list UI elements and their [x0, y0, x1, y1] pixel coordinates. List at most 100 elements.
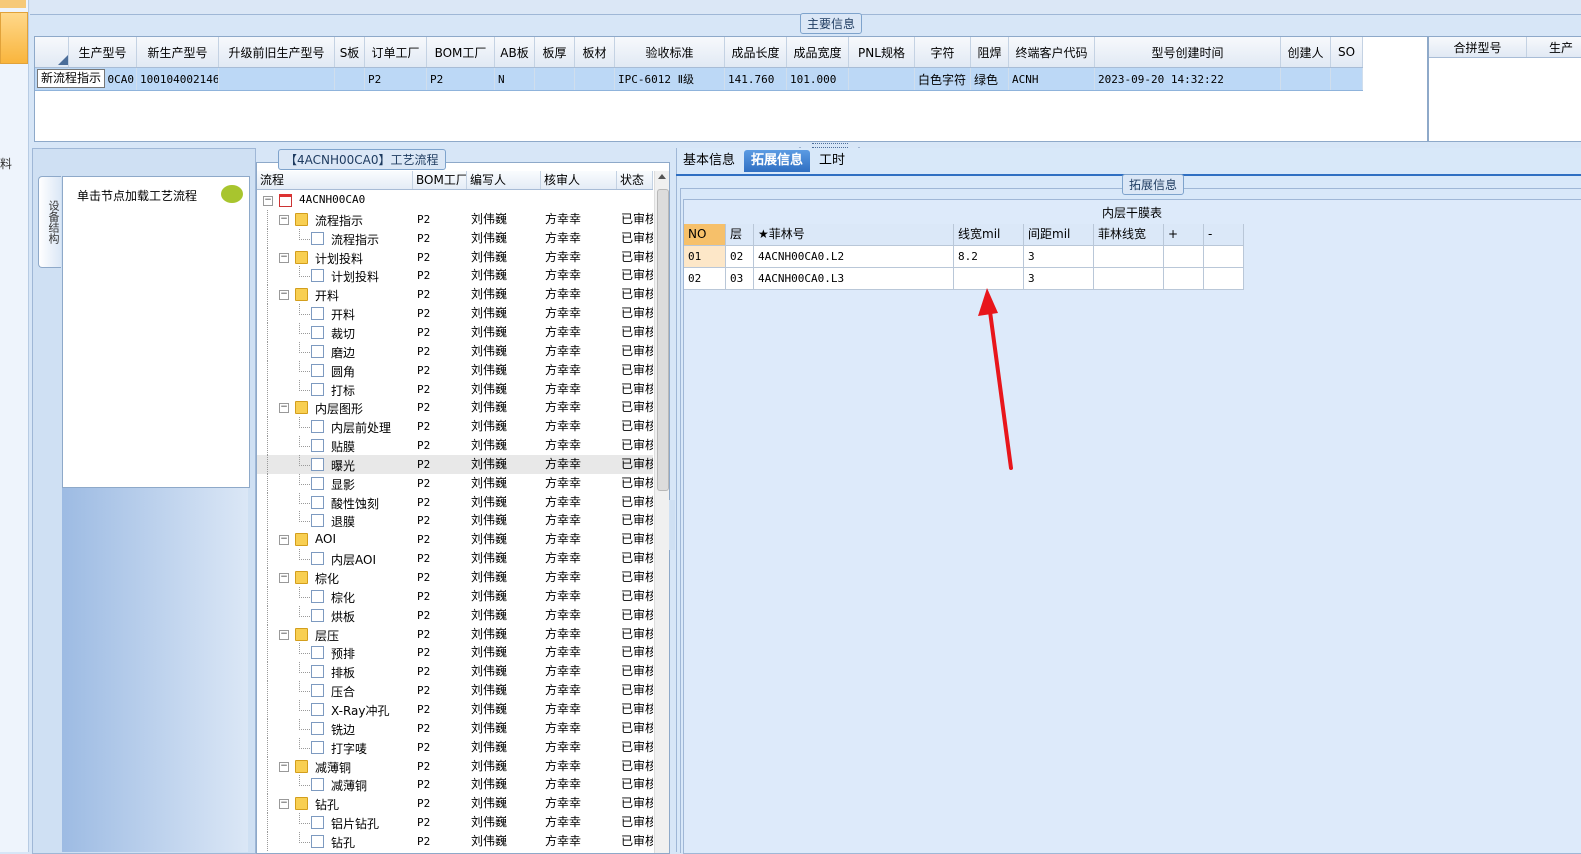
merge-grid-col-merge-model[interactable]: 合拼型号 [1429, 37, 1527, 57]
tree-step-node[interactable]: 圆角 P2 刘伟巍 方幸幸 已审核 [257, 360, 653, 380]
film-cell-line-width[interactable]: 8.2 [954, 246, 1024, 268]
collapse-icon[interactable]: − [263, 196, 273, 206]
cell-thickness[interactable] [535, 68, 575, 90]
col-width[interactable]: 成品宽度 [787, 37, 849, 67]
col-customer-code[interactable]: 终端客户代码 [1009, 37, 1095, 67]
film-col-remove[interactable]: - [1204, 224, 1244, 246]
cell-creator[interactable] [1281, 68, 1331, 90]
col-bom-factory[interactable]: BOM工厂 [427, 37, 495, 67]
film-cell-add[interactable] [1164, 268, 1204, 290]
col-material[interactable]: 板材 [575, 37, 615, 67]
col-solder-mask[interactable]: 阻焊 [971, 37, 1009, 67]
collapse-icon[interactable]: − [279, 761, 289, 772]
tree-folder-node[interactable]: − 层压 P2 刘伟巍 方幸幸 已审核 [257, 624, 653, 644]
cell-material[interactable] [575, 68, 615, 90]
film-cell-film-line-width[interactable] [1094, 268, 1164, 290]
tree-col-process[interactable]: 流程 [257, 171, 413, 189]
film-cell-remove[interactable] [1204, 246, 1244, 268]
collapse-icon[interactable]: − [279, 799, 289, 810]
col-ab-board[interactable]: AB板 [495, 37, 535, 67]
splitter-arrow-up-icon[interactable] [796, 141, 804, 152]
tree-step-node[interactable]: 开料 P2 刘伟巍 方幸幸 已审核 [257, 304, 653, 324]
col-creator[interactable]: 创建人 [1281, 37, 1331, 67]
tree-step-node[interactable]: 铣边 P2 刘伟巍 方幸幸 已审核 [257, 718, 653, 738]
collapse-icon[interactable]: − [279, 403, 289, 414]
tree-step-node[interactable]: 裁切 P2 刘伟巍 方幸幸 已审核 [257, 322, 653, 342]
tree-step-node[interactable]: X-Ray冲孔 P2 刘伟巍 方幸幸 已审核 [257, 699, 653, 719]
film-cell-spacing[interactable]: 3 [1024, 268, 1094, 290]
grid-corner-select-icon[interactable] [35, 37, 69, 67]
tree-col-bom-factory[interactable]: BOM工厂 [413, 171, 467, 189]
splitter-arrow-up-icon[interactable] [855, 141, 863, 152]
col-so[interactable]: SO [1331, 37, 1363, 67]
tree-folder-node[interactable]: − 流程指示 P2 刘伟巍 方幸幸 已审核 [257, 209, 653, 229]
cell-standard[interactable]: IPC-6012 Ⅱ级 [615, 68, 725, 90]
film-cell-film-number[interactable]: 4ACNH00CA0.L3 [754, 268, 954, 290]
film-cell-no[interactable]: 02 [684, 268, 726, 290]
cell-pnl[interactable] [849, 68, 915, 90]
col-character[interactable]: 字符 [915, 37, 971, 67]
tree-col-status[interactable]: 状态 [617, 171, 653, 189]
tree-step-node[interactable]: 打标 P2 刘伟巍 方幸幸 已审核 [257, 379, 653, 399]
cell-s-board[interactable] [335, 68, 365, 90]
film-table-row[interactable]: 01 02 4ACNH00CA0.L2 8.2 3 [684, 246, 1244, 268]
tab-basic-info[interactable]: 基本信息 [676, 150, 742, 172]
tree-step-node[interactable]: 流程指示 P2 刘伟巍 方幸幸 已审核 [257, 228, 653, 248]
collapse-icon[interactable]: − [279, 573, 289, 583]
cell-new-prod-model[interactable]: 10010400214621 [137, 68, 219, 90]
cell-bom-factory[interactable]: P2 [427, 68, 495, 90]
cell-order-factory[interactable]: P2 [365, 68, 427, 90]
film-col-add[interactable]: + [1164, 224, 1204, 246]
tree-step-node[interactable]: 显影 P2 刘伟巍 方幸幸 已审核 [257, 473, 653, 493]
col-length[interactable]: 成品长度 [725, 37, 787, 67]
vertical-splitter-grip[interactable] [669, 500, 675, 550]
cell-character[interactable]: 白色字符 [915, 68, 971, 90]
tree-step-node[interactable]: 预排 P2 刘伟巍 方幸幸 已审核 [257, 643, 653, 663]
collapse-icon[interactable]: − [279, 214, 289, 225]
tree-step-node[interactable]: 钻孔 P2 刘伟巍 方幸幸 已审核 [257, 831, 653, 851]
col-pnl[interactable]: PNL规格 [849, 37, 915, 67]
tree-step-node[interactable]: 棕化 P2 刘伟巍 方幸幸 已审核 [257, 586, 653, 606]
merge-grid-col-production[interactable]: 生产 [1527, 37, 1581, 57]
scroll-up-icon[interactable] [658, 174, 666, 179]
tree-folder-node[interactable]: − 开料 P2 刘伟巍 方幸幸 已审核 [257, 285, 653, 305]
tree-root-node[interactable]: − 4ACNH00CA0 [257, 191, 653, 210]
tree-step-node[interactable]: 内层AOI P2 刘伟巍 方幸幸 已审核 [257, 549, 653, 569]
film-cell-add[interactable] [1164, 246, 1204, 268]
cell-old-prod-model[interactable] [219, 68, 335, 90]
cell-width[interactable]: 101.000 [787, 68, 849, 90]
tree-scrollbar[interactable] [654, 171, 669, 853]
tree-step-node[interactable]: 贴膜 P2 刘伟巍 方幸幸 已审核 [257, 436, 653, 456]
main-info-data-row[interactable]: 0CA010010400214621P2P2NIPC-6012 Ⅱ级141.76… [35, 68, 1363, 91]
film-cell-spacing[interactable]: 3 [1024, 246, 1094, 268]
film-cell-layer[interactable]: 03 [726, 268, 754, 290]
tree-step-node[interactable]: 曝光 P2 刘伟巍 方幸幸 已审核 [257, 454, 653, 474]
cell-length[interactable]: 141.760 [725, 68, 787, 90]
tree-step-node[interactable]: 打字唛 P2 刘伟巍 方幸幸 已审核 [257, 737, 653, 757]
tree-step-node[interactable]: 铝片钻孔 P2 刘伟巍 方幸幸 已审核 [257, 813, 653, 833]
tree-step-node[interactable]: 减薄铜 P2 刘伟巍 方幸幸 已审核 [257, 775, 653, 795]
tree-folder-node[interactable]: − 内层图形 P2 刘伟巍 方幸幸 已审核 [257, 398, 653, 418]
tree-folder-node[interactable]: − 计划投料 P2 刘伟巍 方幸幸 已审核 [257, 247, 653, 267]
tree-step-node[interactable]: 排板 P2 刘伟巍 方幸幸 已审核 [257, 662, 653, 682]
tree-folder-node[interactable]: − 棕化 P2 刘伟巍 方幸幸 已审核 [257, 568, 653, 587]
film-cell-no[interactable]: 01 [684, 246, 726, 268]
cell-customer-code[interactable]: ACNH [1009, 68, 1095, 90]
tree-step-node[interactable]: 计划投料 P2 刘伟巍 方幸幸 已审核 [257, 266, 653, 286]
cell-so[interactable] [1331, 68, 1363, 90]
cell-solder-mask[interactable]: 绿色 [971, 68, 1009, 90]
scrollbar-thumb[interactable] [657, 189, 669, 491]
collapse-icon[interactable]: − [279, 629, 289, 640]
film-cell-layer[interactable]: 02 [726, 246, 754, 268]
tree-step-node[interactable]: 磨边 P2 刘伟巍 方幸幸 已审核 [257, 341, 653, 361]
film-cell-film-number[interactable]: 4ACNH00CA0.L2 [754, 246, 954, 268]
cell-ab-board[interactable]: N [495, 68, 535, 90]
tree-folder-node[interactable]: − 钻孔 P2 刘伟巍 方幸幸 已审核 [257, 794, 653, 814]
tree-step-node[interactable]: 烘板 P2 刘伟巍 方幸幸 已审核 [257, 605, 653, 625]
tree-step-node[interactable]: 退膜 P2 刘伟巍 方幸幸 已审核 [257, 511, 653, 531]
nav-selected-item[interactable] [0, 12, 28, 64]
col-created-time[interactable]: 型号创建时间 [1095, 37, 1281, 67]
collapse-icon[interactable]: − [279, 290, 289, 301]
tab-work-hours[interactable]: 工时 [812, 150, 852, 172]
tree-step-node[interactable]: 压合 P2 刘伟巍 方幸幸 已审核 [257, 681, 653, 701]
